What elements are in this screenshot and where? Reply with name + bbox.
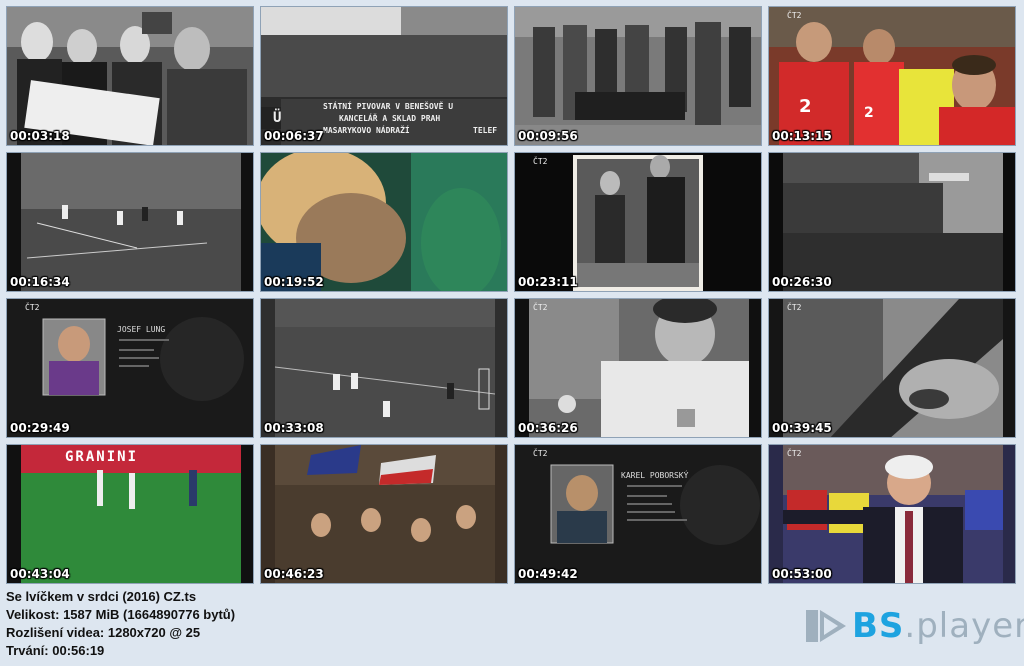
timestamp: 00:03:18 [10, 129, 70, 143]
banner-line-3: MASARYKOVO NÁDRAŽÍ [323, 126, 410, 135]
video-frame-crowd-square [769, 153, 1015, 291]
file-info: Se lvíčkem v srdci (2016) CZ.ts Velikost… [6, 588, 235, 660]
thumbnail[interactable]: ČT2 KAREL POBORSKÝ 00:49:42 [514, 444, 762, 584]
video-frame-interview-card [7, 299, 253, 437]
video-frame-blurred-face [769, 299, 1015, 437]
video-resolution: Rozlišení videa: 1280x720 @ 25 [6, 625, 201, 640]
timestamp: 00:53:00 [772, 567, 832, 581]
thumbnail[interactable]: GRANINI 00:43:04 [6, 444, 254, 584]
thumbnail[interactable]: ČT2 00:39:45 [768, 298, 1016, 438]
ad-banner-text: GRANINI [65, 449, 139, 465]
timestamp: 00:09:56 [518, 129, 578, 143]
thumbnail[interactable]: 00:19:52 [260, 152, 508, 292]
channel-logo: ČT2 [25, 303, 40, 312]
thumbnail[interactable]: STÁTNÍ PIVOVAR V BENEŠOVĚ U KANCELÁŘ A S… [260, 6, 508, 146]
thumbnail[interactable]: ČT2 00:36:26 [514, 298, 762, 438]
play-triangle-icon [806, 610, 846, 642]
timestamp: 00:49:42 [518, 567, 578, 581]
thumbnail[interactable]: 00:03:18 [6, 6, 254, 146]
video-frame-player-portrait [515, 299, 761, 437]
timestamp: 00:36:26 [518, 421, 578, 435]
thumbnail-grid: 00:03:18 STÁTNÍ PIVOVAR V BENEŠOVĚ U KAN… [6, 6, 1016, 584]
video-frame-football-pitch [261, 299, 507, 437]
banner-mark: Ü [273, 110, 282, 126]
thumbnail[interactable]: ČT2 00:23:11 [514, 152, 762, 292]
svg-text:2: 2 [799, 96, 812, 117]
channel-logo: ČT2 [787, 11, 802, 20]
thumbnail[interactable]: ČT2 00:53:00 [768, 444, 1016, 584]
banner-line-1: STÁTNÍ PIVOVAR V BENEŠOVĚ U [323, 102, 454, 111]
video-duration: Trvání: 00:56:19 [6, 643, 105, 658]
timestamp: 00:16:34 [10, 275, 70, 289]
file-name: Se lvíčkem v srdci (2016) CZ.ts [6, 589, 197, 604]
video-frame-green-pitch [7, 445, 253, 583]
video-frame-old-man-stadium [769, 445, 1015, 583]
svg-text:2: 2 [864, 105, 874, 121]
timestamp: 00:23:11 [518, 275, 578, 289]
timestamp: 00:19:52 [264, 275, 324, 289]
video-frame-soldiers [515, 7, 761, 145]
logo-bs: BS [852, 606, 905, 646]
timestamp: 00:26:30 [772, 275, 832, 289]
channel-logo: ČT2 [533, 303, 548, 312]
video-frame-interview-card-2 [515, 445, 761, 583]
thumbnail[interactable]: 00:16:34 [6, 152, 254, 292]
video-frame-fans-flags [261, 445, 507, 583]
thumbnail[interactable]: 2 2 ČT2 00:13:15 [768, 6, 1016, 146]
timestamp: 00:33:08 [264, 421, 324, 435]
file-size: Velikost: 1587 MiB (1664890776 bytů) [6, 607, 236, 622]
timestamp: 00:39:45 [772, 421, 832, 435]
timestamp: 00:13:15 [772, 129, 832, 143]
video-frame-football-match [7, 153, 253, 291]
thumbnail[interactable]: 00:46:23 [260, 444, 508, 584]
thumbnail[interactable]: 00:33:08 [260, 298, 508, 438]
timestamp: 00:46:23 [264, 567, 324, 581]
video-frame-men-reading [7, 7, 253, 145]
logo-text: BS.player [852, 606, 1024, 646]
channel-logo: ČT2 [787, 449, 802, 458]
interviewee-name: KAREL POBORSKÝ [621, 471, 689, 480]
thumbnail[interactable]: 00:09:56 [514, 6, 762, 146]
banner-right: TELEF [473, 126, 498, 135]
thumbnail[interactable]: ČT2 JOSEF LUNG 00:29:49 [6, 298, 254, 438]
timestamp: 00:06:37 [264, 129, 324, 143]
bsplayer-logo: BS.player [806, 606, 1024, 646]
video-frame-closeup-green [261, 153, 507, 291]
video-frame-players-red: 2 2 [769, 7, 1015, 145]
logo-player: .player [904, 606, 1024, 646]
timestamp: 00:43:04 [10, 567, 70, 581]
thumbnail[interactable]: 00:26:30 [768, 152, 1016, 292]
timestamp: 00:29:49 [10, 421, 70, 435]
video-frame-photo-pillarbox [515, 153, 761, 291]
banner-line-2: KANCELÁŘ A SKLAD PRAH [339, 114, 441, 123]
channel-logo: ČT2 [533, 157, 548, 166]
interviewee-name: JOSEF LUNG [117, 325, 166, 334]
channel-logo: ČT2 [787, 303, 802, 312]
channel-logo: ČT2 [533, 449, 548, 458]
